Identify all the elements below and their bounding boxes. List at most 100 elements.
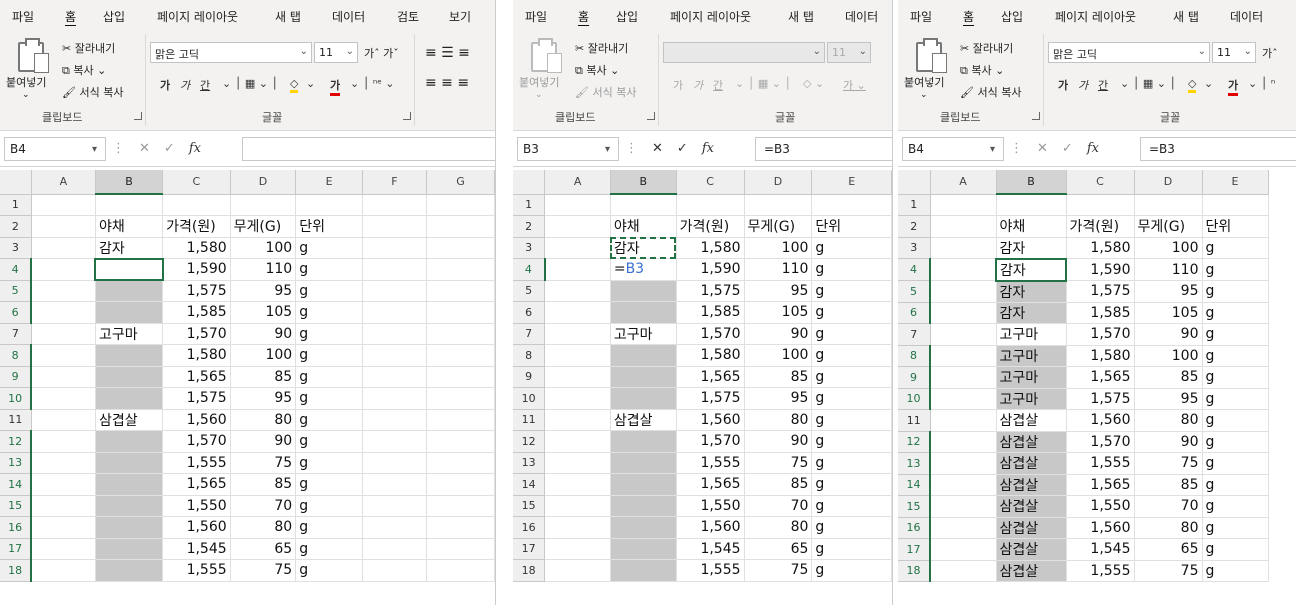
cell-a[interactable] <box>544 516 611 539</box>
row-header[interactable]: 12 <box>0 430 33 453</box>
bold-button[interactable]: 가 <box>1058 77 1068 93</box>
cell-e[interactable]: g <box>1202 560 1269 582</box>
cell-d[interactable]: 110 <box>1134 258 1203 281</box>
row-header[interactable]: 12 <box>513 430 546 453</box>
cell-c[interactable]: 1,545 <box>162 538 231 560</box>
cell-e[interactable]: g <box>1202 495 1269 518</box>
column-header-d[interactable]: D <box>1134 170 1203 195</box>
cell-d[interactable]: 70 <box>230 495 297 517</box>
cell-d[interactable]: 75 <box>744 452 813 474</box>
cell-d[interactable]: 85 <box>230 473 297 496</box>
increase-font-icon[interactable]: 가ˆ <box>1262 45 1278 61</box>
tab-file[interactable]: 파일 <box>12 8 34 25</box>
cell-e[interactable]: g <box>1202 431 1269 453</box>
cell-c[interactable]: 1,570 <box>676 430 745 453</box>
cell-b[interactable] <box>610 559 677 582</box>
cell-g[interactable] <box>426 387 495 410</box>
copy-button[interactable]: ⧉ 복사 ⌄ <box>62 62 106 78</box>
tab-page-layout[interactable]: 페이지 레이아웃 <box>157 8 238 25</box>
cell-c[interactable]: 1,565 <box>1066 366 1135 389</box>
paste-icon[interactable] <box>531 38 562 73</box>
tab-insert[interactable]: 삽입 <box>103 8 125 25</box>
cell-g[interactable] <box>426 452 495 474</box>
cell-a[interactable] <box>930 474 997 496</box>
cell-c[interactable]: 1,575 <box>162 387 231 410</box>
bold-button[interactable]: 가 <box>160 77 170 93</box>
row-header[interactable]: 10 <box>0 387 33 410</box>
cell-b[interactable]: 삼겹살 <box>996 560 1067 582</box>
cell-a[interactable] <box>31 538 96 560</box>
row-header[interactable]: 15 <box>0 495 33 517</box>
cancel-icon[interactable]: ✕ <box>1037 141 1048 156</box>
cell-a[interactable] <box>31 516 96 539</box>
row-header[interactable]: 3 <box>513 237 546 259</box>
cell-f[interactable] <box>362 495 427 517</box>
border-icon[interactable]: ⌄ │ ▦ ⌄ │ <box>1120 77 1176 90</box>
cell-d[interactable]: 95 <box>1134 280 1203 303</box>
row-header[interactable]: 14 <box>0 473 33 496</box>
column-header-a[interactable]: A <box>930 170 997 195</box>
cell-b[interactable] <box>95 559 164 582</box>
row-header[interactable]: 8 <box>0 344 33 367</box>
cell-a[interactable] <box>31 280 96 302</box>
cell-a[interactable] <box>930 323 997 346</box>
formula-input[interactable]: =B3 <box>755 137 892 161</box>
cell-c[interactable]: 1,565 <box>676 473 745 496</box>
cell-d[interactable]: 90 <box>744 430 813 453</box>
cell-d[interactable]: 100 <box>1134 345 1203 367</box>
cell-b[interactable]: 감자 <box>996 237 1067 259</box>
cell-c[interactable]: 1,580 <box>1066 345 1135 367</box>
cell-c[interactable]: 가격(원) <box>676 215 745 238</box>
cell-b[interactable] <box>610 538 677 560</box>
cell-g[interactable] <box>426 538 495 560</box>
cell-c[interactable]: 1,550 <box>676 495 745 517</box>
cell-b[interactable] <box>610 495 677 517</box>
underline-button[interactable]: 간 <box>200 77 210 93</box>
tab-data[interactable]: 데이터 <box>1230 8 1263 25</box>
cell-d[interactable]: 100 <box>230 237 297 259</box>
cell-a[interactable] <box>544 366 611 388</box>
row-header[interactable]: 16 <box>513 516 546 539</box>
paste-button[interactable]: 붙여넣기 <box>904 74 944 90</box>
cell-e[interactable]: g <box>811 258 892 281</box>
cell-e[interactable]: g <box>295 323 363 345</box>
column-header-a[interactable]: A <box>31 170 96 195</box>
cell-a[interactable] <box>544 430 611 453</box>
cell-g[interactable] <box>426 366 495 388</box>
cell-a[interactable] <box>930 560 997 582</box>
cell-c[interactable]: 1,585 <box>676 301 745 324</box>
cell-d[interactable]: 95 <box>230 387 297 410</box>
column-header-c[interactable]: C <box>676 170 745 195</box>
cell-b[interactable]: 감자 <box>610 237 677 259</box>
cell-d[interactable]: 70 <box>1134 495 1203 518</box>
cell-c[interactable]: 1,545 <box>676 538 745 560</box>
cell-c[interactable]: 1,585 <box>162 301 231 324</box>
cell-g[interactable] <box>426 495 495 517</box>
cell-d[interactable]: 80 <box>1134 517 1203 539</box>
font-color-dropdown-icon[interactable]: ⌄ │ ⁿᵉ ⌄ <box>350 77 395 90</box>
enter-icon[interactable]: ✓ <box>164 141 175 156</box>
row-header[interactable]: 3 <box>898 237 931 259</box>
paste-button[interactable]: 붙여넣기 <box>6 74 46 90</box>
cell-b[interactable]: 삼겹살 <box>996 452 1067 475</box>
cell-a[interactable] <box>930 409 997 432</box>
font-launcher-icon[interactable] <box>403 112 411 120</box>
cell-a[interactable] <box>31 366 96 388</box>
cell-c[interactable]: 1,575 <box>676 387 745 410</box>
cell-g[interactable] <box>426 194 495 216</box>
cell-e[interactable]: g <box>811 344 892 367</box>
cell-e[interactable]: g <box>1202 280 1269 303</box>
paste-button[interactable]: 붙여넣기 <box>519 74 559 90</box>
cell-e[interactable]: g <box>1202 474 1269 496</box>
cell-d[interactable]: 90 <box>1134 323 1203 346</box>
cell-a[interactable] <box>31 258 96 281</box>
cell-e[interactable]: g <box>811 430 892 453</box>
cell-d[interactable]: 75 <box>1134 452 1203 475</box>
cell-b[interactable] <box>610 516 677 539</box>
column-header-b[interactable]: B <box>610 170 677 195</box>
cell-d[interactable]: 105 <box>1134 302 1203 324</box>
row-header[interactable]: 13 <box>898 452 931 475</box>
cell-b[interactable]: 감자 <box>95 237 164 259</box>
column-header-f[interactable]: F <box>362 170 427 195</box>
cell-b[interactable] <box>95 344 164 367</box>
